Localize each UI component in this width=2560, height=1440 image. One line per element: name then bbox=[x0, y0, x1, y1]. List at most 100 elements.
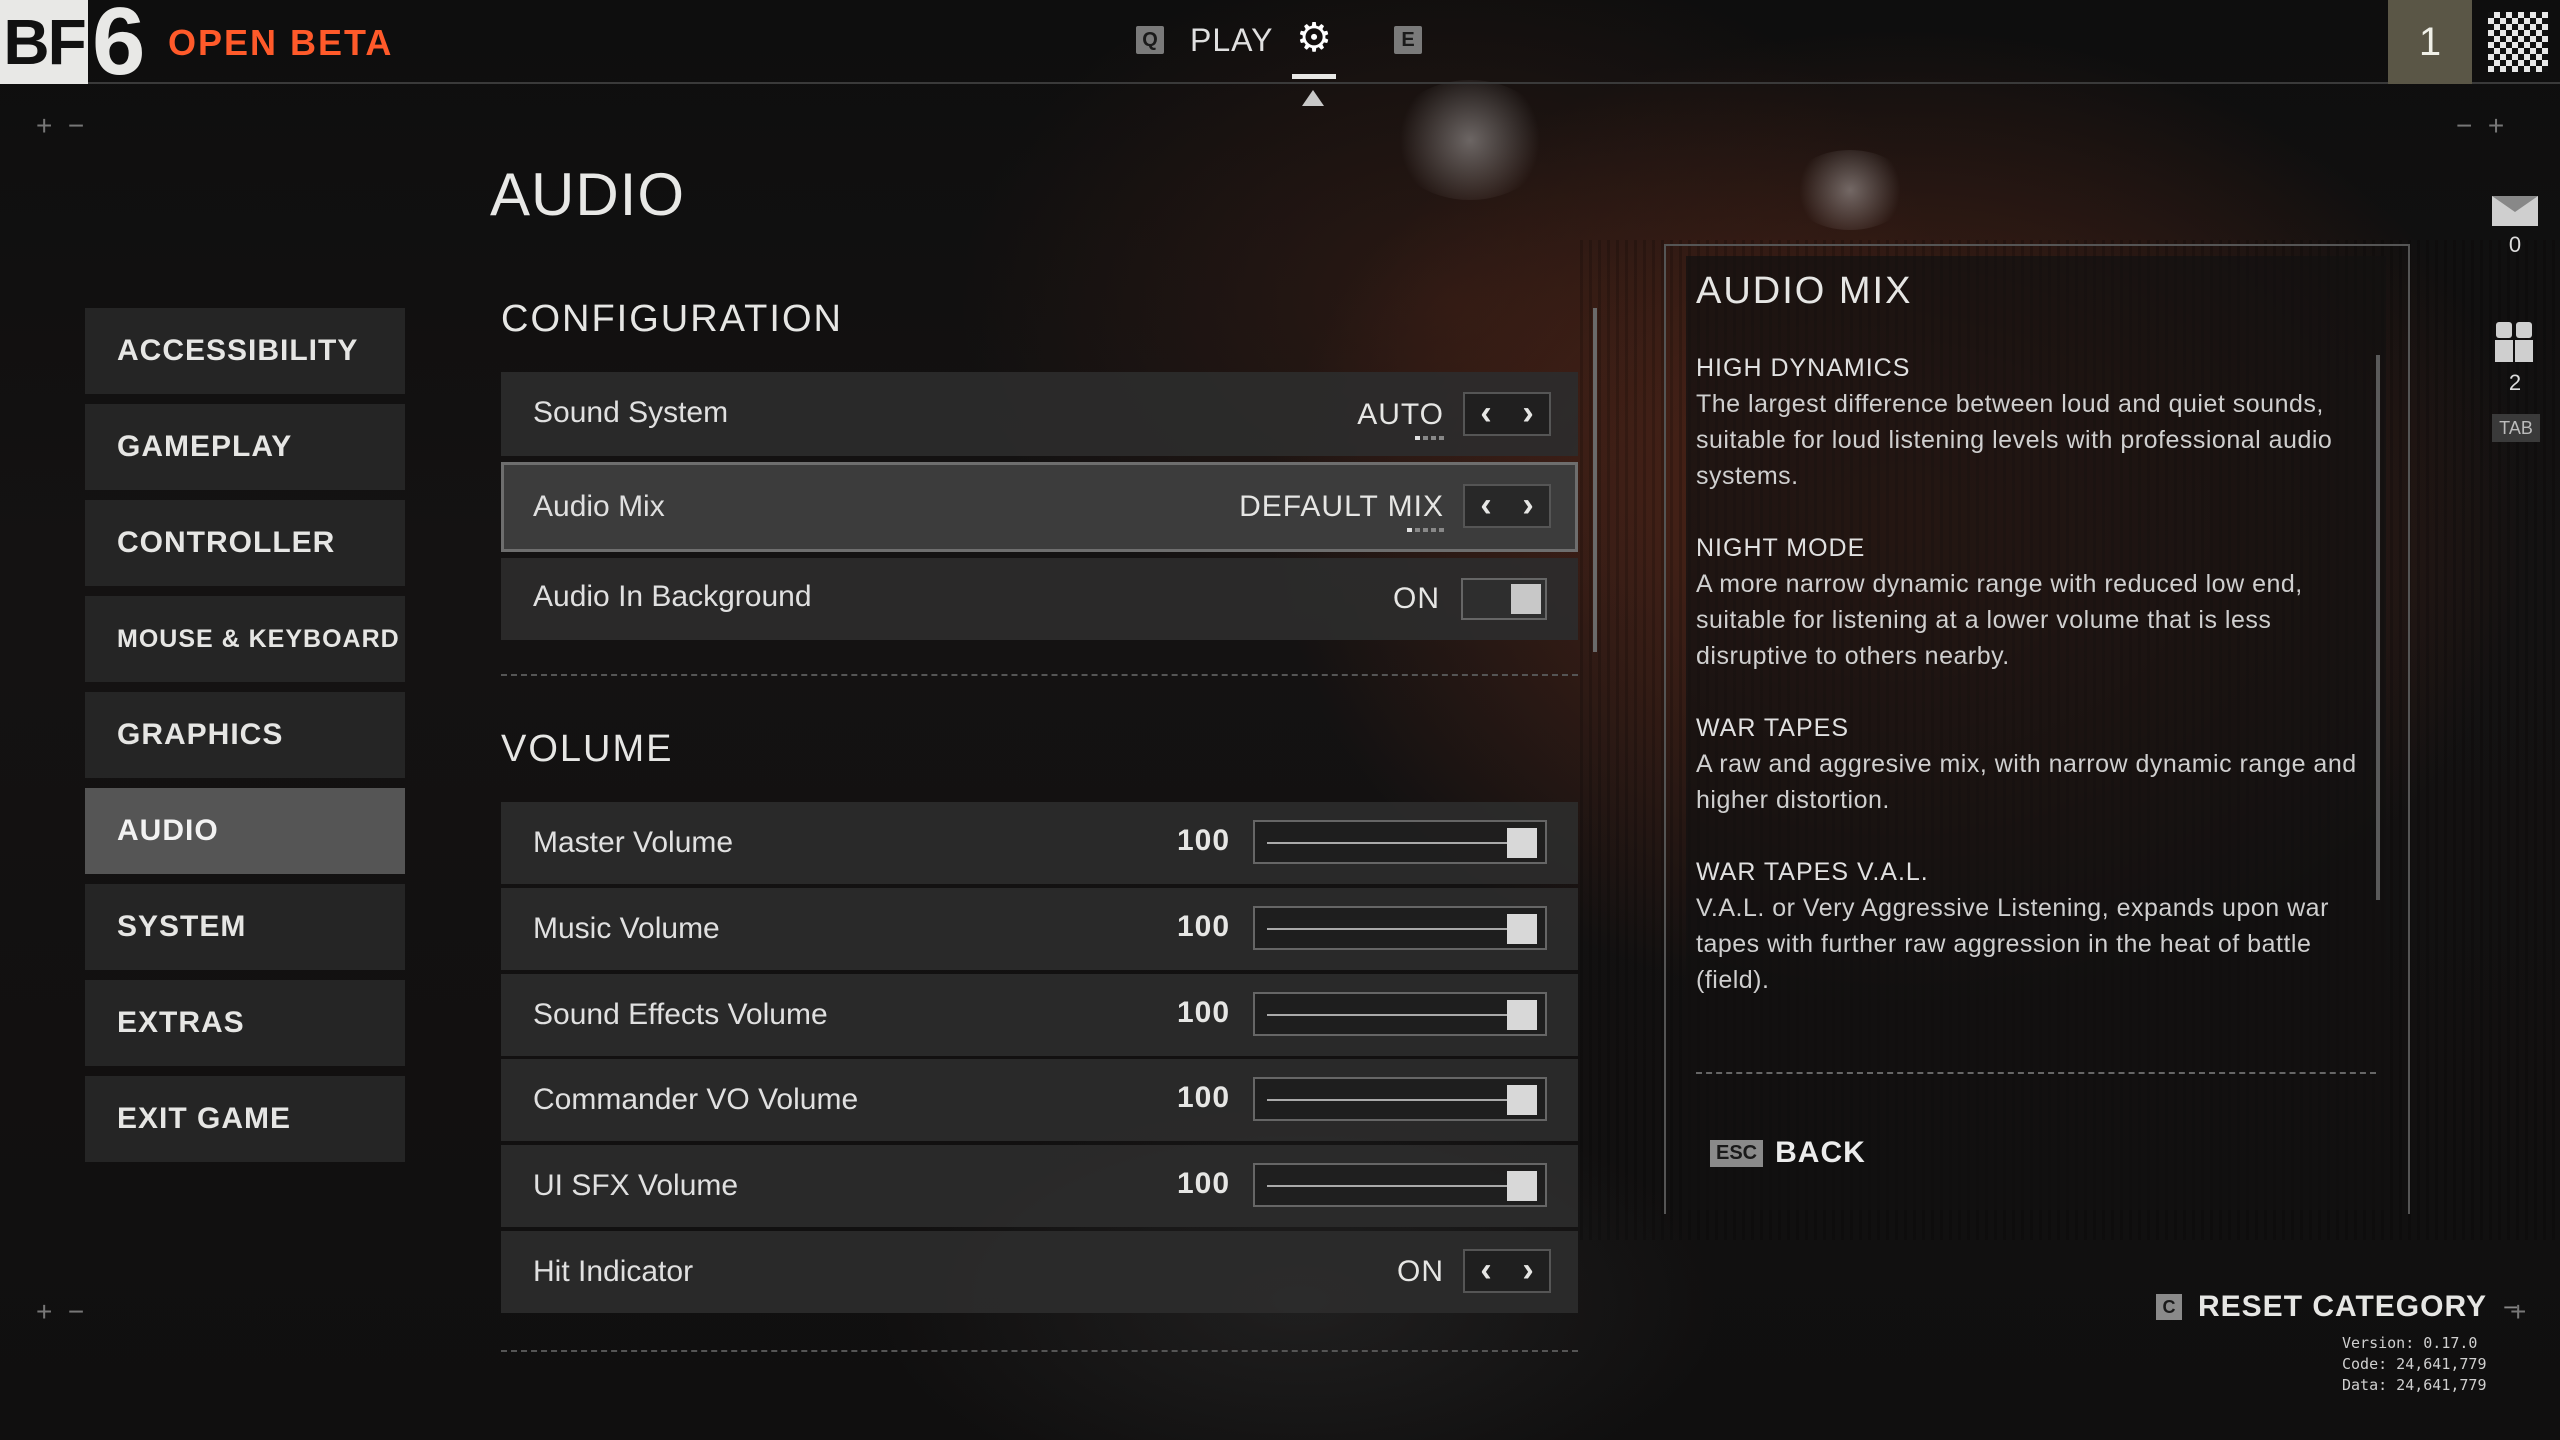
back-label: BACK bbox=[1775, 1136, 1866, 1169]
description-war-tapes: WAR TAPES A raw and aggresive mix, with … bbox=[1696, 710, 2376, 818]
mail-count: 0 bbox=[2508, 232, 2522, 257]
slider-value: 100 bbox=[1177, 1167, 1231, 1200]
chevron-left-icon[interactable]: ‹ bbox=[1465, 1251, 1507, 1291]
friend-body bbox=[2495, 340, 2513, 362]
chevron-right-icon[interactable]: › bbox=[1507, 1251, 1549, 1291]
chevron-left-icon[interactable]: ‹ bbox=[1465, 486, 1507, 526]
setting-value: ON bbox=[1397, 1255, 1444, 1288]
info-panel-divider bbox=[1696, 1072, 2376, 1074]
corner-mark: + − bbox=[36, 110, 85, 141]
setting-row-hit-indicator[interactable]: Hit Indicator ON ‹ › bbox=[501, 1231, 1578, 1313]
slider-thumb[interactable] bbox=[1507, 828, 1537, 858]
sidebar-item-mouse-keyboard[interactable]: MOUSE & KEYBOARD bbox=[85, 596, 405, 682]
setting-value: ON bbox=[1393, 582, 1440, 615]
corner-mark: − + bbox=[2456, 110, 2505, 141]
option-position-dots bbox=[1415, 436, 1444, 440]
setting-label: Sound Effects Volume bbox=[533, 998, 828, 1031]
setting-row-sound-effects-volume[interactable]: Sound Effects Volume 100 bbox=[501, 974, 1578, 1056]
ceiling-light bbox=[1390, 80, 1550, 200]
corner-mark: + − bbox=[36, 1296, 85, 1327]
player-level-badge[interactable]: 1 bbox=[2388, 0, 2472, 84]
setting-row-master-volume[interactable]: Master Volume 100 bbox=[501, 802, 1578, 884]
audio-background-toggle[interactable] bbox=[1461, 578, 1547, 620]
slider-thumb[interactable] bbox=[1507, 1085, 1537, 1115]
reset-category-button[interactable]: C RESET CATEGORY − bbox=[2156, 1290, 2518, 1324]
option-stepper: ‹ › bbox=[1463, 484, 1551, 528]
slider-fill bbox=[1267, 928, 1513, 930]
description-heading: WAR TAPES bbox=[1696, 714, 1850, 742]
slider-thumb[interactable] bbox=[1507, 1000, 1537, 1030]
sidebar-item-accessibility[interactable]: ACCESSIBILITY bbox=[85, 308, 405, 394]
mail-icon[interactable] bbox=[2492, 196, 2538, 226]
setting-label: Music Volume bbox=[533, 912, 720, 945]
setting-label: UI SFX Volume bbox=[533, 1169, 739, 1202]
sidebar-item-controller[interactable]: CONTROLLER bbox=[85, 500, 405, 586]
data-text: Data: 24,641,779 bbox=[2342, 1376, 2487, 1394]
friend-head bbox=[2516, 322, 2532, 338]
code-text: Code: 24,641,779 bbox=[2342, 1355, 2487, 1373]
open-beta-label: OPEN BETA bbox=[168, 22, 394, 63]
setting-row-commander-vo-volume[interactable]: Commander VO Volume 100 bbox=[501, 1059, 1578, 1141]
settings-scrollbar[interactable] bbox=[1593, 308, 1597, 652]
setting-row-audio-in-background[interactable]: Audio In Background ON bbox=[501, 558, 1578, 640]
master-volume-slider[interactable] bbox=[1253, 820, 1547, 864]
sound-effects-volume-slider[interactable] bbox=[1253, 992, 1547, 1036]
friends-icon[interactable] bbox=[2494, 322, 2536, 366]
description-heading: NIGHT MODE bbox=[1696, 534, 1866, 562]
sidebar-item-exit-game[interactable]: EXIT GAME bbox=[85, 1076, 405, 1162]
page-title: AUDIO bbox=[490, 161, 686, 228]
corner-mark: + bbox=[2510, 1296, 2527, 1327]
setting-row-audio-mix[interactable]: Audio Mix DEFAULT MIX ‹ › bbox=[501, 462, 1578, 552]
sidebar-item-gameplay[interactable]: GAMEPLAY bbox=[85, 404, 405, 490]
build-info: Version: 0.17.0 Code: 24,641,779 Data: 2… bbox=[2342, 1333, 2487, 1396]
description-body: A more narrow dynamic range with reduced… bbox=[1696, 570, 2303, 670]
game-logo: BF bbox=[0, 0, 88, 84]
option-stepper: ‹ › bbox=[1463, 1249, 1551, 1293]
info-panel-scrollbar[interactable] bbox=[2376, 355, 2380, 900]
description-body: The largest difference between loud and … bbox=[1696, 390, 2333, 490]
esc-key-hint: ESC bbox=[1710, 1139, 1764, 1167]
tab-pointer-icon bbox=[1302, 90, 1324, 106]
music-volume-slider[interactable] bbox=[1253, 906, 1547, 950]
setting-label: Master Volume bbox=[533, 826, 734, 859]
slider-value: 100 bbox=[1177, 1081, 1231, 1114]
setting-row-music-volume[interactable]: Music Volume 100 bbox=[501, 888, 1578, 970]
chevron-left-icon[interactable]: ‹ bbox=[1465, 394, 1507, 434]
friend-head bbox=[2496, 322, 2512, 338]
sidebar-item-system[interactable]: SYSTEM bbox=[85, 884, 405, 970]
setting-label: Audio In Background bbox=[533, 580, 812, 613]
slider-fill bbox=[1267, 1185, 1513, 1187]
friends-count: 2 bbox=[2508, 370, 2522, 395]
chevron-right-icon[interactable]: › bbox=[1507, 394, 1549, 434]
option-stepper: ‹ › bbox=[1463, 392, 1551, 436]
sidebar-item-audio[interactable]: AUDIO bbox=[85, 788, 405, 874]
toggle-knob bbox=[1511, 584, 1541, 614]
description-heading: HIGH DYNAMICS bbox=[1696, 354, 1911, 382]
active-tab-indicator bbox=[1292, 74, 1336, 79]
description-heading: WAR TAPES V.A.L. bbox=[1696, 858, 1929, 886]
setting-value: AUTO bbox=[1357, 398, 1444, 431]
tab-play[interactable]: PLAY bbox=[1190, 22, 1273, 59]
slider-thumb[interactable] bbox=[1507, 914, 1537, 944]
tab-key-hint: TAB bbox=[2492, 414, 2540, 442]
reset-category-label: RESET CATEGORY bbox=[2198, 1290, 2488, 1323]
setting-row-ui-sfx-volume[interactable]: UI SFX Volume 100 bbox=[501, 1145, 1578, 1227]
setting-row-sound-system[interactable]: Sound System AUTO ‹ › bbox=[501, 372, 1578, 456]
gear-icon[interactable]: ⚙ bbox=[1294, 18, 1334, 58]
slider-fill bbox=[1267, 1014, 1513, 1016]
reset-key-hint: C bbox=[2156, 1294, 2182, 1320]
sidebar-item-graphics[interactable]: GRAPHICS bbox=[85, 692, 405, 778]
chevron-right-icon[interactable]: › bbox=[1507, 486, 1549, 526]
friend-body bbox=[2515, 340, 2533, 362]
top-bar: BF 6 OPEN BETA Q PLAY ⚙ E 1 bbox=[0, 0, 2560, 106]
version-text: Version: 0.17.0 bbox=[2342, 1334, 2478, 1352]
sidebar-item-extras[interactable]: EXTRAS bbox=[85, 980, 405, 1066]
commander-vo-volume-slider[interactable] bbox=[1253, 1077, 1547, 1121]
slider-thumb[interactable] bbox=[1507, 1171, 1537, 1201]
slider-value: 100 bbox=[1177, 996, 1231, 1029]
slider-value: 100 bbox=[1177, 910, 1231, 943]
back-button[interactable]: ESC BACK bbox=[1710, 1136, 1866, 1170]
section-divider bbox=[501, 674, 1578, 676]
ui-sfx-volume-slider[interactable] bbox=[1253, 1163, 1547, 1207]
player-emblem[interactable] bbox=[2488, 12, 2548, 72]
